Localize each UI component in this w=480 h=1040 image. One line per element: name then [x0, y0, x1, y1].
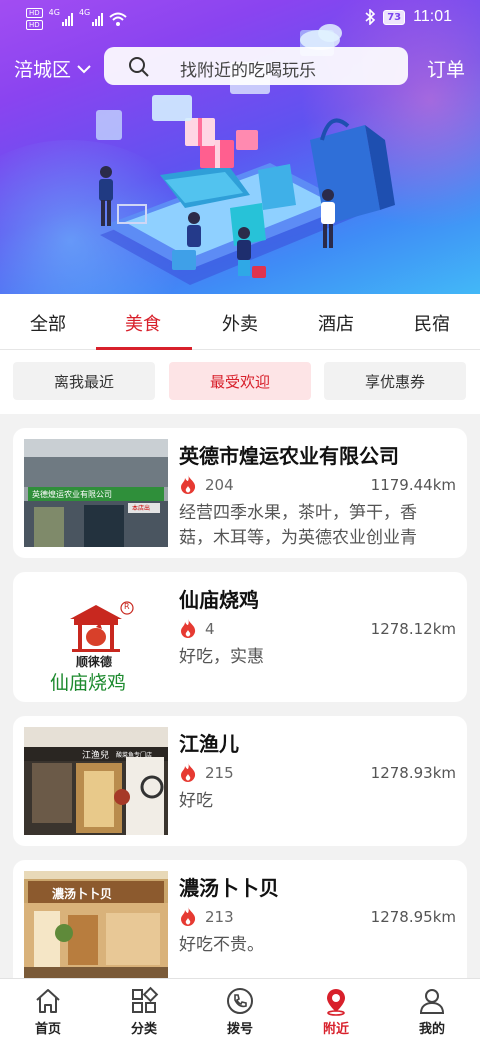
nav-home[interactable]: 首页: [0, 979, 96, 1040]
photo-sign-text: 酸菜鱼专门店: [116, 752, 153, 759]
nav-label: 附近: [322, 1022, 349, 1037]
fire-icon: [181, 475, 196, 494]
listing-description: 好吃不贵。: [179, 935, 264, 955]
nav-mine[interactable]: 我的: [384, 979, 480, 1040]
listing-card[interactable]: 江渔兒 酸菜鱼专门店 江渔儿 215 1278.93km 好吃: [13, 716, 467, 846]
distance: 1278.12km: [370, 620, 456, 638]
signal-icon: [92, 12, 104, 26]
popularity-count: 215: [205, 764, 234, 782]
listing-description: 经营四季水果，茶叶，笋干，香菇，木耳等，为英德农业创业青: [179, 503, 417, 548]
fire-icon: [181, 907, 196, 926]
listing-description: 好吃，实惠: [179, 647, 264, 667]
bluetooth-icon: [365, 9, 376, 25]
hd-badge: HD: [26, 8, 43, 18]
nav-category[interactable]: 分类: [96, 979, 192, 1040]
listing-card[interactable]: 英德煌运农业有限公司 本店出 英德市煌运农业有限公司 204 1179.44km…: [13, 428, 467, 558]
nav-label: 拨号: [226, 1022, 253, 1037]
hero-banner: HD HD 4G 4G 73 11:01 涪城区 找附近的吃喝玩乐 订单: [0, 0, 480, 294]
status-bar: HD HD 4G 4G 73 11:01: [0, 0, 480, 36]
photo-sign-text: 江渔兒: [82, 751, 110, 761]
listing-name: 江渔儿: [179, 732, 239, 756]
filter-popular[interactable]: 最受欢迎: [169, 362, 311, 400]
photo-sign-text: 本店出: [132, 505, 151, 512]
registered-mark: R: [124, 602, 130, 611]
logo-name-text: 仙庙烧鸡: [50, 672, 127, 691]
tab-food[interactable]: 美食: [125, 310, 161, 336]
nav-label: 首页: [34, 1022, 61, 1037]
photo-sign-text: 濃汤卜卜贝: [52, 887, 113, 901]
nav-dial[interactable]: 拨号: [192, 979, 288, 1040]
listing-photo: 江渔兒 酸菜鱼专门店: [24, 727, 168, 835]
category-icon: [132, 986, 159, 1013]
listing-card[interactable]: 濃汤卜卜贝 濃汤卜卜贝 213 1278.95km 好吃不贵。: [13, 860, 467, 978]
distance: 1179.44km: [370, 476, 456, 494]
user-icon: [419, 989, 445, 1014]
popularity-count: 204: [205, 476, 234, 494]
location-icon: [327, 989, 345, 1016]
listing-card[interactable]: R 顺徕德 仙庙烧鸡 仙庙烧鸡 4 1278.12km 好吃，实惠: [13, 572, 467, 702]
popularity-count: 4: [205, 620, 215, 638]
listing-name: 濃汤卜卜贝: [179, 876, 279, 900]
fire-icon: [181, 763, 196, 782]
network-type: 4G: [78, 8, 91, 17]
orders-link[interactable]: 订单: [427, 55, 465, 82]
listing-photo: 濃汤卜卜贝: [24, 871, 168, 978]
chevron-down-icon: [77, 64, 91, 73]
category-tabs: 全部 美食 外卖 酒店 民宿: [0, 294, 480, 350]
bottom-navigation: 首页 分类 拨号 附近 我的: [0, 978, 480, 1040]
search-icon: [129, 57, 149, 77]
nav-nearby[interactable]: 附近: [288, 979, 384, 1040]
filter-coupons[interactable]: 享优惠券: [324, 362, 466, 400]
filter-nearest[interactable]: 离我最近: [13, 362, 155, 400]
search-input[interactable]: 找附近的吃喝玩乐: [104, 47, 408, 85]
tab-all[interactable]: 全部: [30, 310, 66, 336]
network-type: 4G: [48, 8, 60, 17]
shopping-illustration: [96, 24, 395, 285]
hd-badge: HD: [26, 20, 43, 30]
photo-sign-text: 英德煌运农业有限公司: [32, 490, 112, 499]
filter-bar: 离我最近 最受欢迎 享优惠券: [0, 350, 480, 414]
distance: 1278.93km: [370, 764, 456, 782]
listing-name: 英德市煌运农业有限公司: [179, 444, 399, 468]
battery-indicator: 73: [383, 9, 406, 25]
wifi-icon: [109, 12, 127, 26]
listing-logo: R 顺徕德 仙庙烧鸡: [24, 583, 168, 691]
nav-label: 分类: [130, 1022, 157, 1037]
tab-takeout[interactable]: 外卖: [222, 310, 258, 336]
search-placeholder: 找附近的吃喝玩乐: [180, 61, 316, 81]
listing-description: 好吃: [179, 791, 213, 811]
fire-icon: [181, 619, 196, 638]
district-label: 涪城区: [14, 59, 72, 81]
listing-name: 仙庙烧鸡: [179, 588, 259, 612]
clock: 11:01: [413, 8, 452, 25]
distance: 1278.95km: [370, 908, 456, 926]
home-icon: [36, 989, 60, 1013]
district-selector[interactable]: 涪城区: [14, 55, 91, 82]
listing-list: 英德煌运农业有限公司 本店出 英德市煌运农业有限公司 204 1179.44km…: [0, 414, 480, 978]
tab-hotel[interactable]: 酒店: [318, 310, 354, 336]
nav-label: 我的: [418, 1022, 445, 1037]
phone-icon: [227, 988, 253, 1014]
popularity-count: 213: [205, 908, 234, 926]
signal-icon: [61, 12, 73, 26]
listing-photo: 英德煌运农业有限公司 本店出: [24, 439, 168, 547]
tab-homestay[interactable]: 民宿: [414, 310, 450, 336]
